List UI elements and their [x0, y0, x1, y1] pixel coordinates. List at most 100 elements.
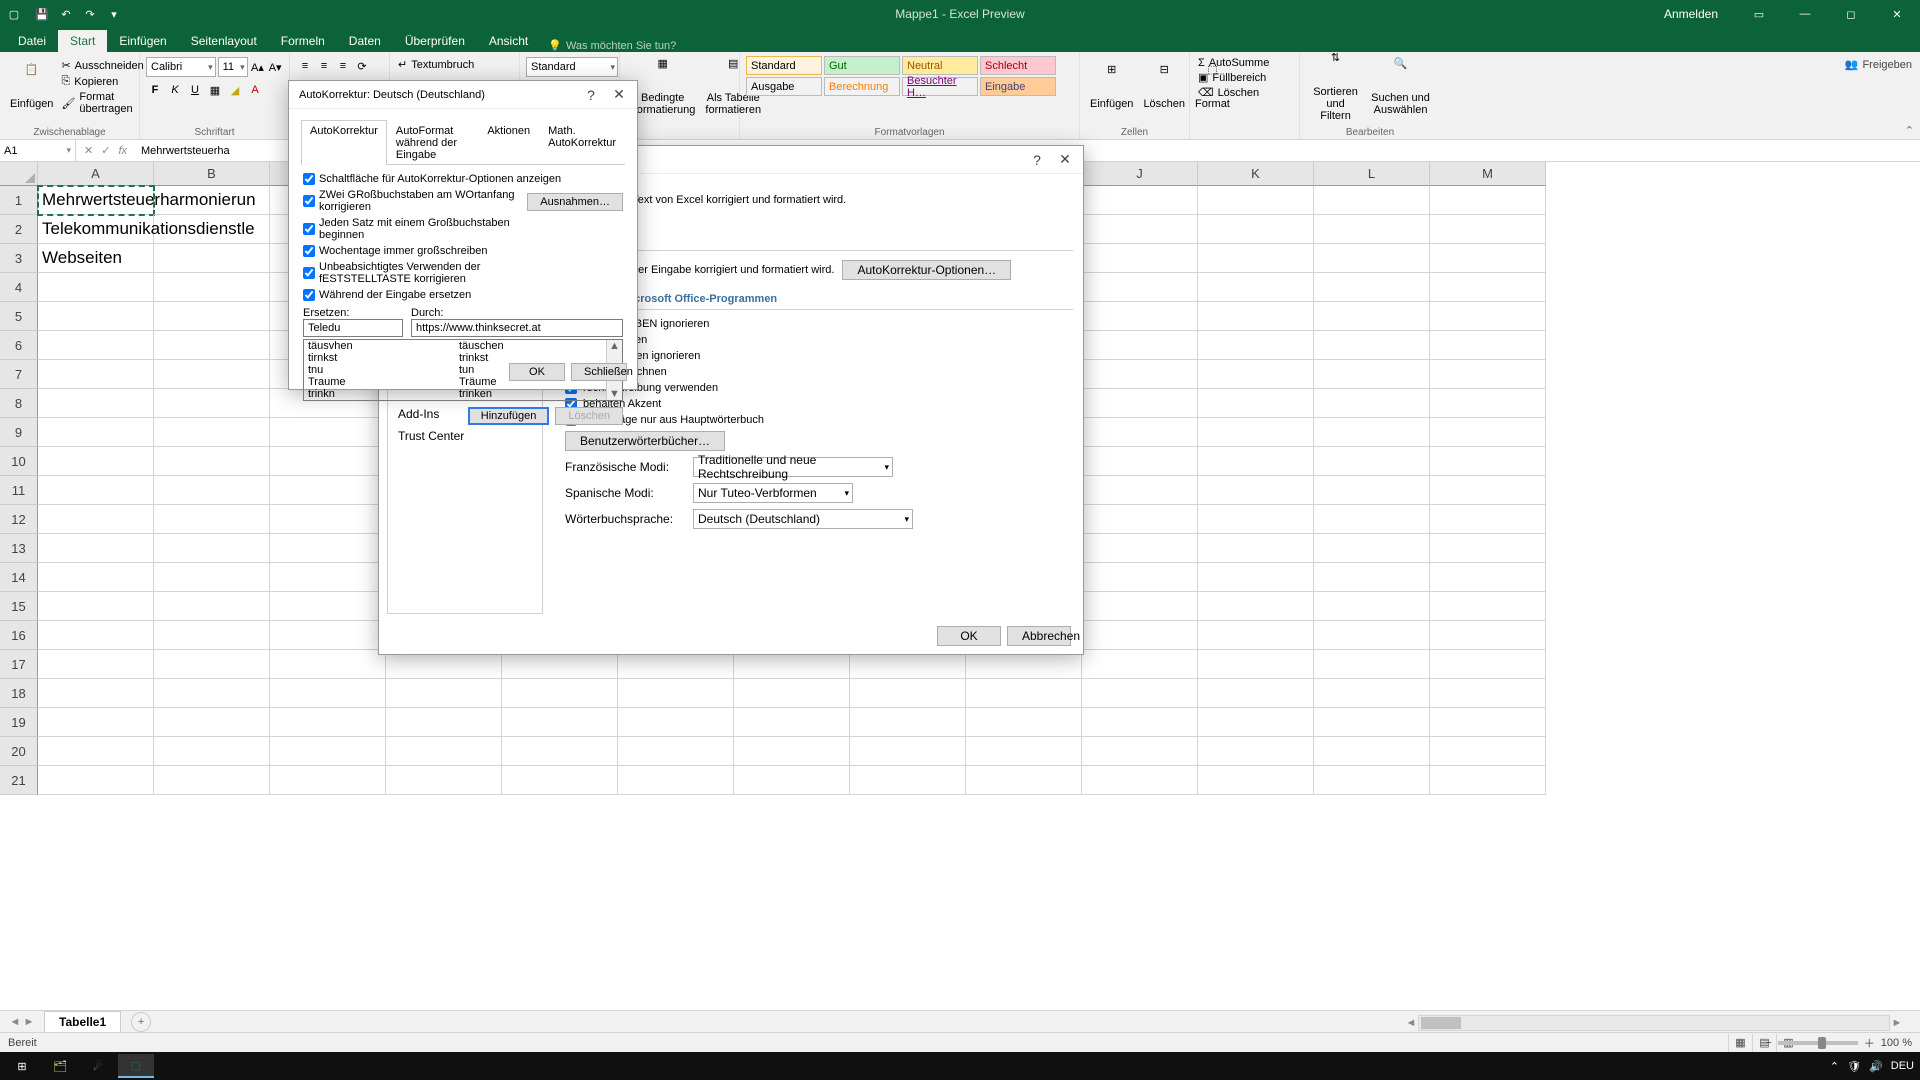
exceptions-button[interactable]: Ausnahmen… [527, 193, 623, 211]
cell[interactable] [386, 737, 502, 766]
cell[interactable] [1314, 708, 1430, 737]
italic-button[interactable]: K [166, 81, 184, 99]
cell[interactable] [1082, 389, 1198, 418]
cell[interactable] [1430, 331, 1546, 360]
cell[interactable] [1430, 215, 1546, 244]
cell[interactable] [1430, 650, 1546, 679]
cell[interactable] [1314, 244, 1430, 273]
add-button[interactable]: Hinzufügen [468, 407, 550, 425]
cell[interactable] [154, 650, 270, 679]
cell[interactable] [1198, 534, 1314, 563]
style-standard[interactable]: Standard [746, 56, 822, 75]
zoom-in-icon[interactable]: ＋ [1864, 1035, 1875, 1051]
cell[interactable] [270, 621, 386, 650]
tell-me[interactable]: 💡 Was möchten Sie tun? [548, 39, 676, 52]
cell[interactable] [154, 389, 270, 418]
cell[interactable] [734, 708, 850, 737]
cell[interactable] [1314, 621, 1430, 650]
style-ausgabe[interactable]: Ausgabe [746, 77, 822, 96]
cell[interactable] [270, 592, 386, 621]
row-head[interactable]: 9 [0, 418, 38, 447]
cell[interactable] [386, 766, 502, 795]
cell[interactable] [734, 679, 850, 708]
paste-button[interactable]: 📋 Einfügen [6, 62, 57, 112]
row-head[interactable]: 20 [0, 737, 38, 766]
cell[interactable] [1314, 679, 1430, 708]
insert-cells-button[interactable]: ⊞Einfügen [1086, 62, 1137, 112]
edge-icon[interactable]: ☄ [80, 1054, 116, 1078]
chk-two-caps[interactable]: ZWei GRoßbuchstaben am WOrtanfang korrig… [303, 187, 519, 215]
style-neutral[interactable]: Neutral [902, 56, 978, 75]
spanish-mode-select[interactable]: Nur Tuteo-Verbformen [693, 483, 853, 503]
with-input[interactable] [411, 319, 623, 337]
cut-button[interactable]: ✂Ausschneiden [59, 58, 145, 73]
cell[interactable] [154, 708, 270, 737]
cell[interactable] [38, 621, 154, 650]
cell[interactable] [38, 592, 154, 621]
cell[interactable] [154, 766, 270, 795]
cell[interactable] [1198, 273, 1314, 302]
cell[interactable] [1198, 302, 1314, 331]
align-top-icon[interactable]: ≡ [296, 57, 314, 75]
tab-formulas[interactable]: Formeln [269, 30, 337, 52]
save-icon[interactable]: 💾 [30, 2, 54, 26]
select-all-corner[interactable] [0, 162, 38, 186]
number-format-combo[interactable]: Standard [526, 57, 618, 77]
col-head[interactable]: J [1082, 162, 1198, 186]
col-head[interactable]: B [154, 162, 270, 186]
cell[interactable] [1082, 331, 1198, 360]
cell[interactable] [1314, 273, 1430, 302]
cell[interactable] [270, 650, 386, 679]
ribbon-display-icon[interactable]: ▭ [1736, 0, 1782, 28]
row-head[interactable]: 5 [0, 302, 38, 331]
cell[interactable] [38, 476, 154, 505]
ac-close-button[interactable]: Schließen [571, 363, 627, 381]
font-color-button[interactable]: A [246, 81, 264, 99]
cell[interactable] [850, 737, 966, 766]
cell[interactable] [1430, 679, 1546, 708]
cell[interactable] [1082, 679, 1198, 708]
row-head[interactable]: 7 [0, 360, 38, 389]
cell[interactable]: Mehrwertsteuerharmonierun [38, 186, 154, 215]
row-head[interactable]: 19 [0, 708, 38, 737]
row-head[interactable]: 18 [0, 679, 38, 708]
zoom-slider[interactable] [1778, 1041, 1858, 1045]
cell[interactable] [38, 737, 154, 766]
cell[interactable] [966, 737, 1082, 766]
row-head[interactable]: 15 [0, 592, 38, 621]
row-head[interactable]: 6 [0, 331, 38, 360]
cell[interactable] [38, 418, 154, 447]
cell[interactable] [1082, 621, 1198, 650]
cell[interactable] [1082, 244, 1198, 273]
cell[interactable] [502, 708, 618, 737]
undo-icon[interactable]: ↶ [54, 2, 78, 26]
row-head[interactable]: 21 [0, 766, 38, 795]
cell[interactable] [966, 679, 1082, 708]
autocorrect-options-button[interactable]: AutoKorrektur-Optionen… [842, 260, 1011, 280]
delete-cells-button[interactable]: ⊟Löschen [1139, 62, 1189, 112]
cell[interactable] [850, 679, 966, 708]
cell[interactable]: Telekommunikationsdienstle [38, 215, 154, 244]
tab-review[interactable]: Überprüfen [393, 30, 477, 52]
cell[interactable] [1082, 273, 1198, 302]
row-head[interactable]: 16 [0, 621, 38, 650]
replace-input[interactable] [303, 319, 403, 337]
style-berechnung[interactable]: Berechnung [824, 77, 900, 96]
options-ok-button[interactable]: OK [937, 626, 1001, 646]
find-select-button[interactable]: 🔍Suchen und Auswählen [1367, 56, 1434, 118]
cell[interactable] [386, 708, 502, 737]
ac-tab-actions[interactable]: Aktionen [478, 120, 539, 165]
sheet-tab[interactable]: Tabelle1 [44, 1011, 121, 1032]
tab-insert[interactable]: Einfügen [107, 30, 178, 52]
align-bottom-icon[interactable]: ≡ [334, 57, 352, 75]
cell[interactable] [154, 186, 270, 215]
copy-button[interactable]: ⎘Kopieren [59, 74, 145, 89]
sort-filter-button[interactable]: ⇅Sortieren und Filtern [1306, 50, 1365, 124]
cell[interactable] [1198, 331, 1314, 360]
cell[interactable]: Webseiten [38, 244, 154, 273]
cell[interactable] [154, 505, 270, 534]
cell[interactable] [270, 679, 386, 708]
cell[interactable] [502, 737, 618, 766]
fill-color-button[interactable]: ◢ [226, 81, 244, 99]
autosum-button[interactable]: ΣAutoSumme [1196, 56, 1293, 70]
